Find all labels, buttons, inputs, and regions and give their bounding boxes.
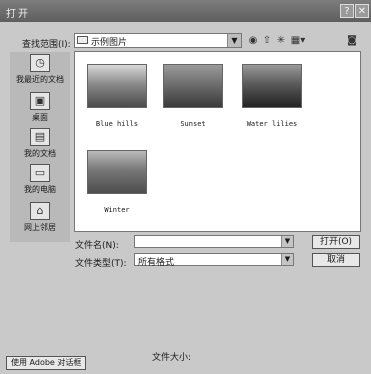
my-documents-icon: ▤ <box>30 128 50 146</box>
filetype-dropdown[interactable]: 所有格式 ▼ <box>134 253 294 268</box>
file-label[interactable]: Water lilies <box>234 120 310 128</box>
file-thumbnail[interactable] <box>163 64 223 108</box>
place-my-computer[interactable]: ▭ 我的电脑 <box>10 164 70 195</box>
file-thumbnail[interactable] <box>87 64 147 108</box>
file-thumbnail[interactable] <box>242 64 302 108</box>
view-menu-icon[interactable]: ▦▾ <box>290 36 306 46</box>
place-label: 网上邻居 <box>24 223 56 232</box>
back-icon[interactable]: ◉ <box>248 36 258 46</box>
place-label: 我的文档 <box>24 149 56 158</box>
filename-label: 文件名(N): <box>75 241 119 251</box>
new-folder-icon[interactable]: ✳ <box>276 36 286 46</box>
place-label: 桌面 <box>32 113 48 122</box>
file-label[interactable]: Winter <box>79 206 155 214</box>
place-label: 我最近的文档 <box>16 75 64 84</box>
window-title: 打开 <box>6 9 30 20</box>
folder-icon <box>77 36 88 44</box>
use-adobe-dialog-button[interactable]: 使用 Adobe 对话框 <box>6 356 87 370</box>
filetype-label: 文件类型(T): <box>75 259 127 269</box>
file-label[interactable]: Sunset <box>155 120 231 128</box>
recent-documents-icon: ◷ <box>30 54 50 72</box>
title-bar: 打开 ? ✕ <box>0 0 371 22</box>
close-button[interactable]: ✕ <box>355 4 369 18</box>
desktop-icon: ▣ <box>30 92 50 110</box>
file-size-label: 文件大小: <box>152 353 192 363</box>
chevron-down-icon[interactable]: ▼ <box>281 254 293 265</box>
filename-field[interactable]: ▼ <box>134 235 294 248</box>
place-label: 我的电脑 <box>24 185 56 194</box>
adobe-icon[interactable]: ◙ <box>347 36 357 46</box>
up-folder-icon[interactable]: ⇧ <box>262 36 272 46</box>
lookin-label: 查找范围(I): <box>22 40 71 50</box>
places-bar: ◷ 我最近的文档 ▣ 桌面 ▤ 我的文档 ▭ 我的电脑 ⌂ 网上邻居 <box>10 52 70 242</box>
place-my-documents[interactable]: ▤ 我的文档 <box>10 128 70 159</box>
file-list[interactable]: Blue hills Sunset Water lilies Winter <box>74 51 361 232</box>
file-thumbnail[interactable] <box>87 150 147 194</box>
place-desktop[interactable]: ▣ 桌面 <box>10 92 70 123</box>
chevron-down-icon[interactable]: ▼ <box>227 34 241 47</box>
my-computer-icon: ▭ <box>30 164 50 182</box>
place-network[interactable]: ⌂ 网上邻居 <box>10 202 70 233</box>
place-recent-documents[interactable]: ◷ 我最近的文档 <box>10 54 70 85</box>
lookin-dropdown[interactable]: 示例图片 ▼ <box>74 33 242 48</box>
filetype-value: 所有格式 <box>138 258 175 268</box>
network-places-icon: ⌂ <box>30 202 50 220</box>
cancel-button[interactable]: 取消 <box>312 253 360 267</box>
open-button[interactable]: 打开(O) <box>312 235 360 249</box>
file-label[interactable]: Blue hills <box>79 120 155 128</box>
chevron-down-icon[interactable]: ▼ <box>281 236 293 247</box>
help-button[interactable]: ? <box>340 4 354 18</box>
lookin-value: 示例图片 <box>91 38 128 48</box>
